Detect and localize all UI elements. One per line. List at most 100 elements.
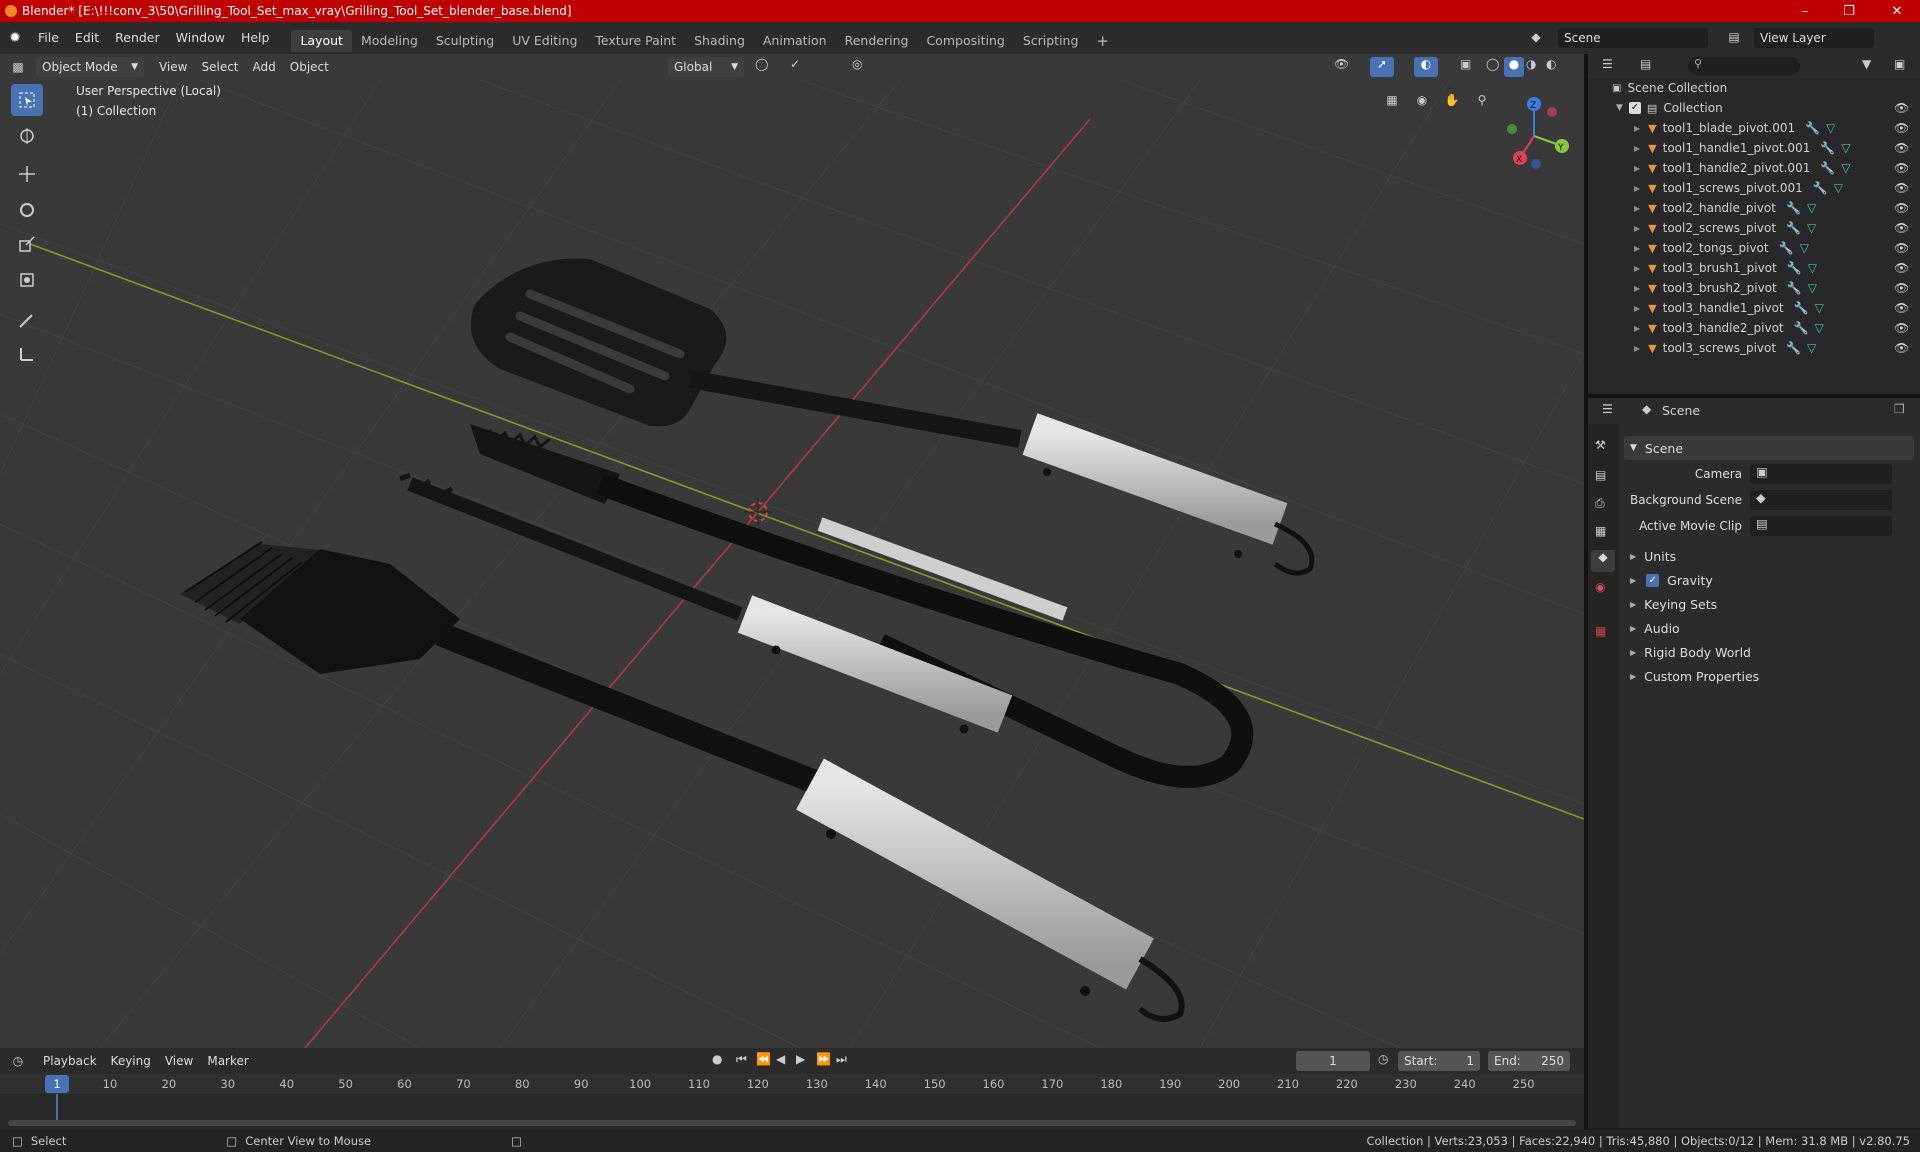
transform-orientation-dropdown[interactable]: Global ▼ xyxy=(668,57,744,77)
wireframe-shading-icon[interactable]: ◯ xyxy=(1486,57,1506,71)
mode-selector[interactable]: Object Mode ▼ xyxy=(36,57,144,77)
properties-section-header[interactable]: ▶ Custom Properties xyxy=(1624,664,1914,688)
tab-layout[interactable]: Layout xyxy=(291,30,352,52)
tab-sculpting[interactable]: Sculpting xyxy=(427,30,503,52)
active-movie-clip-field[interactable]: ▤ xyxy=(1750,516,1892,536)
expand-arrow-icon[interactable]: ▶ xyxy=(1634,264,1640,273)
eye-icon[interactable]: 👁 xyxy=(1894,221,1909,235)
tab-uv-editing[interactable]: UV Editing xyxy=(503,30,586,52)
timeline-menu-playback[interactable]: Playback xyxy=(36,1048,104,1074)
texture-tab-icon[interactable]: ▦ xyxy=(1595,624,1606,638)
timeline-editor-icon[interactable]: ◷ xyxy=(0,1054,36,1068)
clock-icon[interactable]: ◷ xyxy=(1378,1052,1388,1066)
collection-checkbox[interactable]: ✓ xyxy=(1628,102,1641,114)
view-layer-field[interactable]: View Layer xyxy=(1754,28,1874,48)
mesh-data-icon[interactable]: ▽ xyxy=(1807,341,1816,355)
expand-arrow-icon[interactable]: ▶ xyxy=(1634,284,1640,293)
outliner-search-input[interactable]: ⚲ xyxy=(1688,57,1800,75)
properties-section-header[interactable]: ▶ Rigid Body World xyxy=(1624,640,1914,664)
menu-window[interactable]: Window xyxy=(168,22,233,54)
expand-arrow-icon[interactable]: ▶ xyxy=(1634,204,1640,213)
scene-panel-header[interactable]: ▼ Scene xyxy=(1624,436,1914,460)
scene-selector-icon[interactable]: ◆ xyxy=(1526,27,1546,47)
camera-view-icon[interactable]: ◉ xyxy=(1410,88,1434,112)
eye-icon[interactable]: 👁 xyxy=(1894,281,1909,295)
current-frame-field[interactable]: 1 xyxy=(1296,1051,1370,1071)
modifier-wrench-icon[interactable]: 🔧 xyxy=(1786,201,1801,215)
background-scene-field[interactable]: ◆ xyxy=(1750,490,1892,510)
tab-animation[interactable]: Animation xyxy=(754,30,836,52)
gizmo-toggle-icon[interactable]: ➚ xyxy=(1370,57,1394,77)
select-box-tool-icon[interactable] xyxy=(11,84,43,116)
expand-arrow-icon[interactable]: ▶ xyxy=(1634,144,1640,153)
mesh-data-icon[interactable]: ▽ xyxy=(1841,161,1850,175)
measure-tool-icon[interactable] xyxy=(11,338,43,370)
timeline-menu-view[interactable]: View xyxy=(158,1048,200,1074)
eye-icon[interactable]: 👁 xyxy=(1894,181,1909,195)
record-icon[interactable]: ● xyxy=(712,1052,722,1066)
editor-type-icon[interactable]: ▩ xyxy=(0,60,36,74)
move-tool-icon[interactable] xyxy=(11,158,43,190)
rendered-shading-icon[interactable]: ◐ xyxy=(1546,57,1566,71)
mesh-data-icon[interactable]: ▽ xyxy=(1807,221,1816,235)
jump-start-icon[interactable]: ⏮ xyxy=(736,1052,747,1067)
eye-icon[interactable]: 👁 xyxy=(1894,261,1909,275)
end-frame-field[interactable]: End: 250 xyxy=(1488,1051,1570,1071)
modifier-wrench-icon[interactable]: 🔧 xyxy=(1786,221,1801,235)
viewport-menu-view[interactable]: View xyxy=(152,54,194,80)
rotate-tool-icon[interactable] xyxy=(11,194,43,226)
mesh-data-icon[interactable]: ▽ xyxy=(1808,261,1817,275)
next-keyframe-icon[interactable]: ⏩ xyxy=(816,1052,831,1066)
expand-arrow-icon[interactable]: ▶ xyxy=(1634,244,1640,253)
output-tab-icon[interactable]: ⎙ xyxy=(1595,496,1605,511)
eye-icon[interactable]: 👁 xyxy=(1894,341,1909,355)
expand-arrow-icon[interactable]: ▶ xyxy=(1634,184,1640,193)
eye-icon[interactable]: 👁 xyxy=(1894,241,1909,255)
view-layer-tab-icon[interactable]: ▦ xyxy=(1595,524,1606,538)
outliner-row-collection[interactable]: ▼ ✓ ▤ Collection 👁 xyxy=(1588,98,1920,118)
mesh-data-icon[interactable]: ▽ xyxy=(1815,321,1824,335)
outliner-row-object[interactable]: ▶ ▼ tool3_brush1_pivot 🔧 ▽ 👁 xyxy=(1588,258,1920,278)
pin-icon[interactable]: ❒ xyxy=(1894,402,1905,416)
tab-shading[interactable]: Shading xyxy=(685,30,754,52)
transform-tool-icon[interactable] xyxy=(11,264,43,296)
tab-rendering[interactable]: Rendering xyxy=(836,30,918,52)
modifier-wrench-icon[interactable]: 🔧 xyxy=(1787,261,1802,275)
view-layer-icon[interactable]: ▤ xyxy=(1724,27,1744,47)
tab-compositing[interactable]: Compositing xyxy=(917,30,1013,52)
jump-end-icon[interactable]: ⏭ xyxy=(836,1052,847,1067)
mesh-data-icon[interactable]: ▽ xyxy=(1800,241,1809,255)
menu-edit[interactable]: Edit xyxy=(67,22,107,54)
outliner-row-object[interactable]: ▶ ▼ tool2_screws_pivot 🔧 ▽ 👁 xyxy=(1588,218,1920,238)
outliner-row-object[interactable]: ▶ ▼ tool3_handle2_pivot 🔧 ▽ 👁 xyxy=(1588,318,1920,338)
expand-arrow-icon[interactable]: ▶ xyxy=(1634,224,1640,233)
tab-modeling[interactable]: Modeling xyxy=(352,30,427,52)
outliner-row-object[interactable]: ▶ ▼ tool2_tongs_pivot 🔧 ▽ 👁 xyxy=(1588,238,1920,258)
grid-view-icon[interactable]: ▦ xyxy=(1380,88,1404,112)
solid-shading-icon[interactable]: ● xyxy=(1504,57,1524,77)
expand-arrow-icon[interactable]: ▶ xyxy=(1634,324,1640,333)
outliner-row-object[interactable]: ▶ ▼ tool1_screws_pivot.001 🔧 ▽ 👁 xyxy=(1588,178,1920,198)
properties-section-header[interactable]: ▶ Audio xyxy=(1624,616,1914,640)
overlay-toggle-icon[interactable]: ◐ xyxy=(1414,57,1438,77)
outliner-row-object[interactable]: ▶ ▼ tool1_handle1_pivot.001 🔧 ▽ 👁 xyxy=(1588,138,1920,158)
play-icon[interactable]: ▶ xyxy=(796,1052,805,1066)
properties-section-header[interactable]: ▶ Keying Sets xyxy=(1624,592,1914,616)
outliner-row-object[interactable]: ▶ ▼ tool1_handle2_pivot.001 🔧 ▽ 👁 xyxy=(1588,158,1920,178)
expand-arrow-icon[interactable]: ▶ xyxy=(1634,344,1640,353)
mesh-data-icon[interactable]: ▽ xyxy=(1808,281,1817,295)
cursor-tool-icon[interactable] xyxy=(11,120,43,152)
mesh-data-icon[interactable]: ▽ xyxy=(1826,121,1835,135)
modifier-wrench-icon[interactable]: 🔧 xyxy=(1813,181,1828,195)
tab-scripting[interactable]: Scripting xyxy=(1014,30,1088,52)
outliner-row-object[interactable]: ▶ ▼ tool3_handle1_pivot 🔧 ▽ 👁 xyxy=(1588,298,1920,318)
add-workspace-icon[interactable]: + xyxy=(1087,30,1118,52)
properties-editor-icon[interactable]: ☰ xyxy=(1602,402,1613,416)
modifier-wrench-icon[interactable]: 🔧 xyxy=(1820,161,1835,175)
pan-hand-icon[interactable]: ✋ xyxy=(1440,88,1464,112)
start-frame-field[interactable]: Start: 1 xyxy=(1398,1051,1480,1071)
material-shading-icon[interactable]: ◑ xyxy=(1526,57,1546,71)
world-tab-icon[interactable]: ◉ xyxy=(1595,580,1605,594)
outliner-row-object[interactable]: ▶ ▼ tool2_handle_pivot 🔧 ▽ 👁 xyxy=(1588,198,1920,218)
eye-icon[interactable]: 👁 xyxy=(1894,301,1909,315)
